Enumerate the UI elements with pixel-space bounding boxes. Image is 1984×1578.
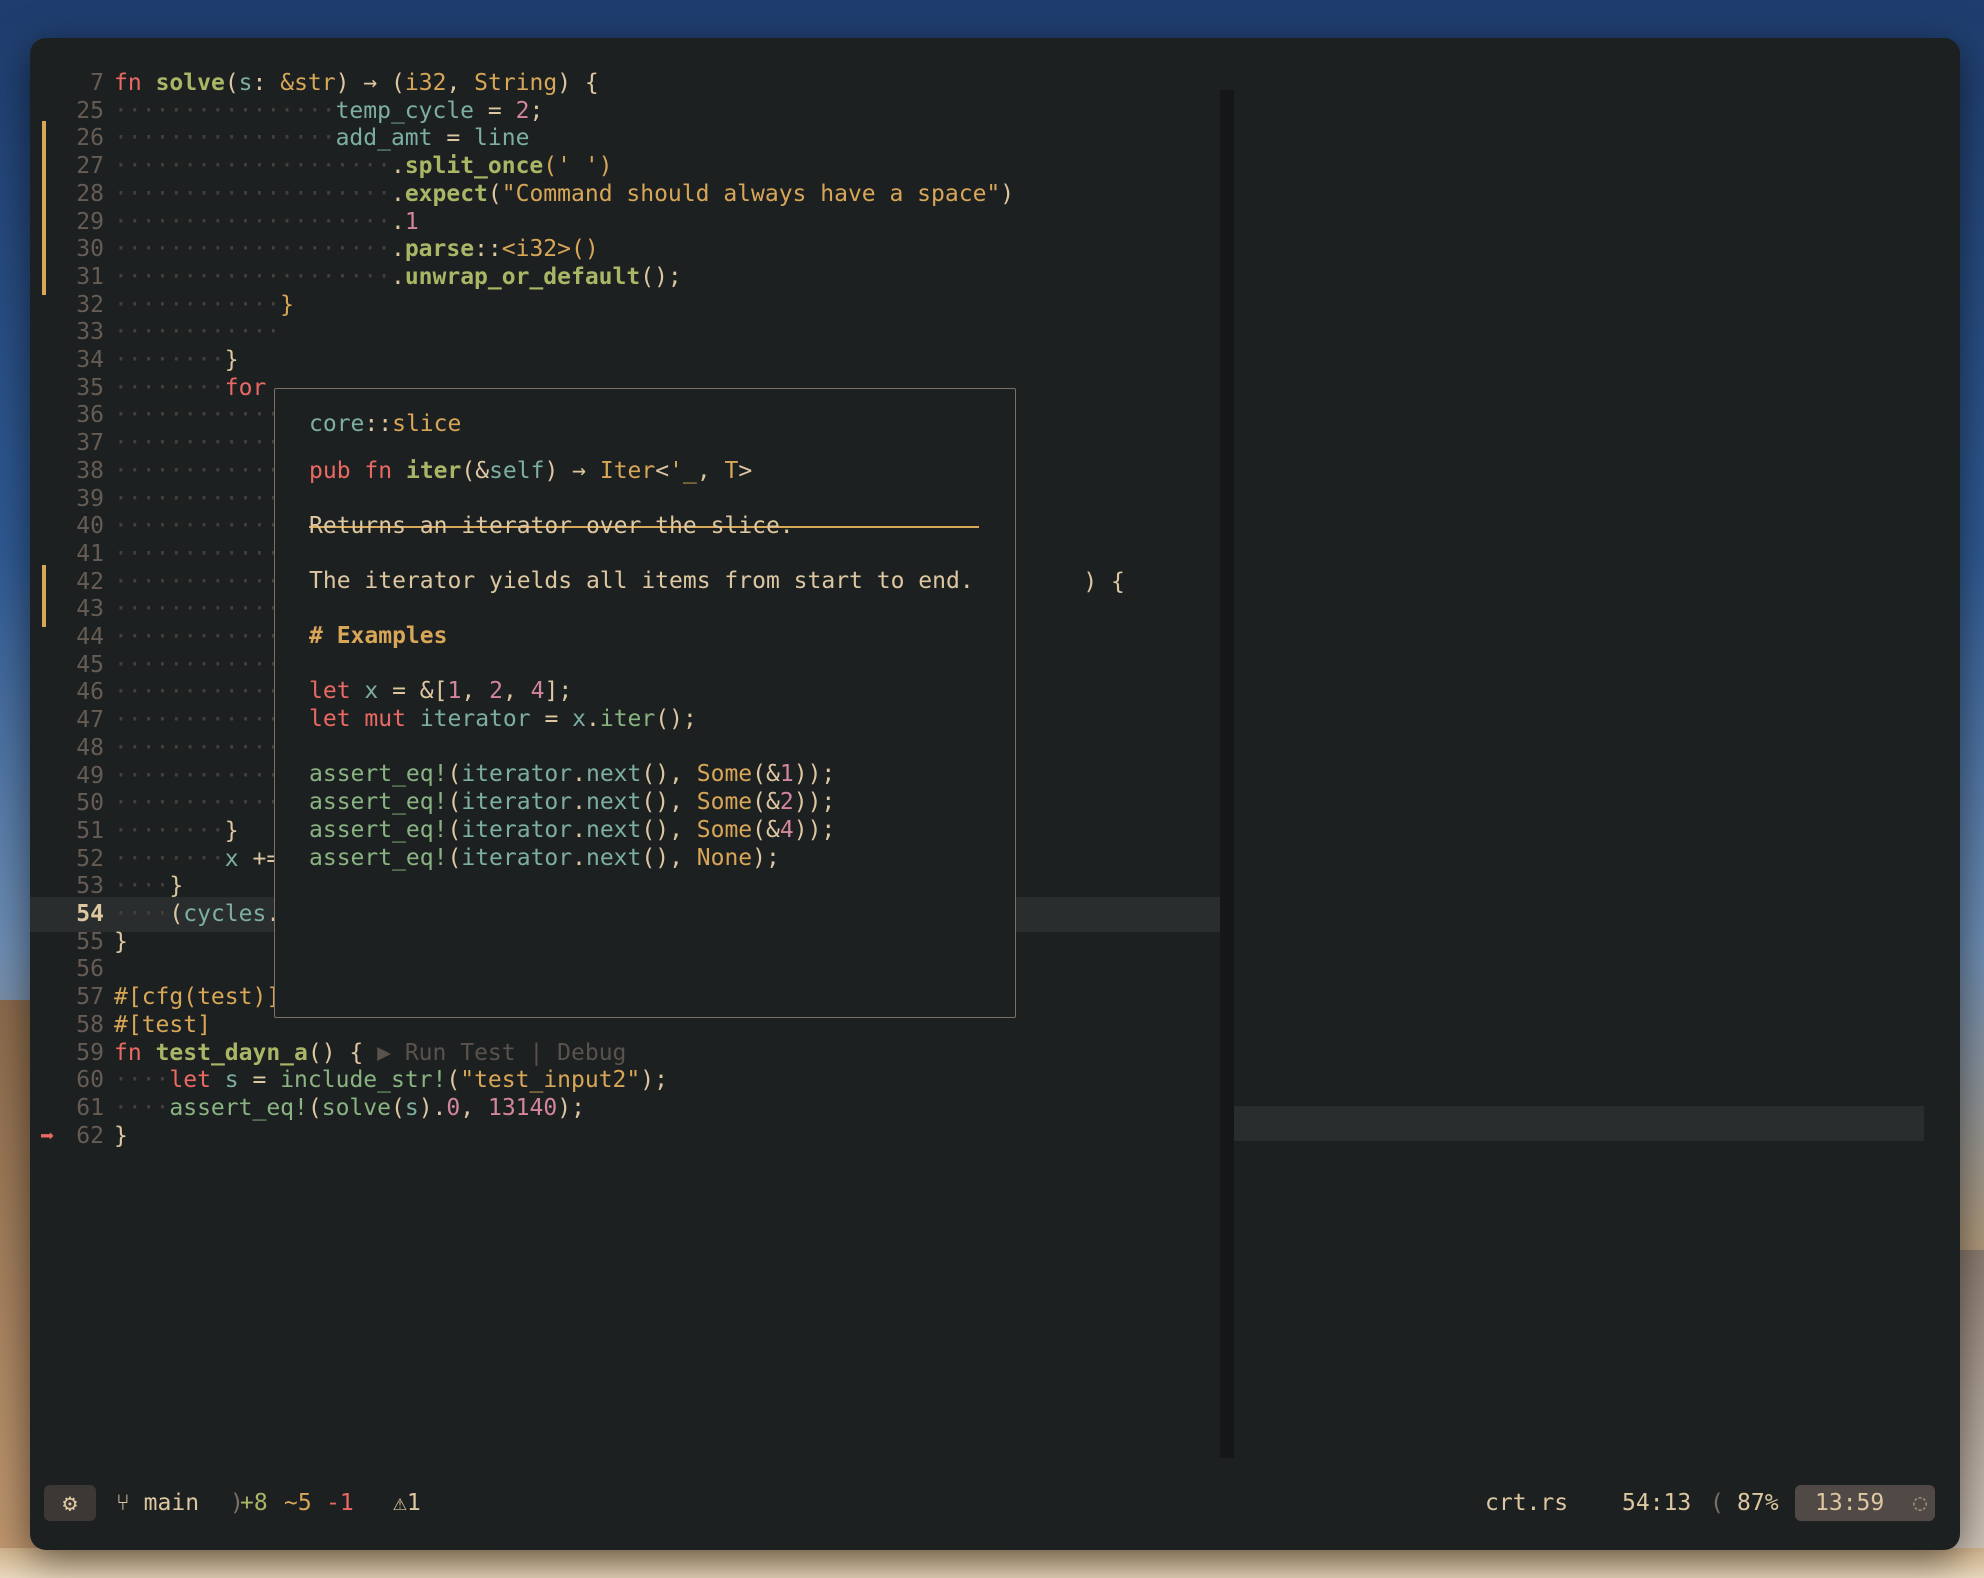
line-number: 62 — [76, 1122, 104, 1149]
code-text: } — [114, 1122, 128, 1149]
clock-icon: ◌ — [1913, 1490, 1927, 1516]
hover-doc-line-1: Returns an iterator over the slice. — [309, 513, 794, 539]
clock-time: 13:59 — [1815, 1490, 1885, 1516]
wallpaper-ground — [0, 1548, 1984, 1578]
status-separator: ( — [1710, 1490, 1724, 1516]
terminal-window: 7 fn solve(s: &str) → (i32, String) {25 ··… — [30, 38, 1960, 1550]
scroll-percent: 87% — [1737, 1490, 1779, 1516]
hover-module-path: core::slice — [309, 411, 462, 437]
git-removed-count: -1 — [326, 1490, 354, 1516]
clock: 13:59 ◌ — [1795, 1485, 1935, 1521]
git-branch-icon: ⑂ — [116, 1490, 144, 1516]
cursor-position: 54:13 — [1622, 1490, 1692, 1516]
git-branch[interactable]: ⑂ main — [116, 1478, 199, 1528]
hover-documentation-popup[interactable]: core::slice pub fn iter(&self) → Iter<'_… — [274, 388, 1016, 1018]
git-modified-count: ~5 — [284, 1490, 312, 1516]
hover-example-line: let mut iterator = x.iter(); — [309, 706, 697, 732]
hover-examples-heading: # Examples — [309, 623, 448, 649]
hover-signature: pub fn iter(&self) → Iter<'_, T> — [309, 458, 753, 484]
warning-count: 1 — [406, 1490, 421, 1516]
breakpoint-arrow-icon: ➡ — [40, 1121, 55, 1150]
warning-icon: ⚠ — [393, 1490, 407, 1516]
status-line: ⚙ ⑂ main ) +8 ~5 -1 ⚠1 crt.rs 54:13 ( 87… — [30, 1478, 1960, 1528]
code-line[interactable]: ➡ 62} — [30, 1119, 1220, 1154]
file-name: crt.rs — [1485, 1490, 1569, 1516]
git-added-count: +8 — [240, 1490, 268, 1516]
branch-name: main — [143, 1490, 200, 1516]
cursorline-right-pane — [1234, 1106, 1924, 1141]
hover-doc-line-2: The iterator yields all items from start… — [309, 568, 974, 594]
split-divider[interactable] — [1220, 90, 1234, 1458]
hover-example-line: assert_eq!(iterator.next(), None); — [309, 845, 780, 871]
mode-icon: ⚙ — [44, 1485, 96, 1521]
diagnostics-warnings[interactable]: ⚠1 — [393, 1478, 421, 1528]
